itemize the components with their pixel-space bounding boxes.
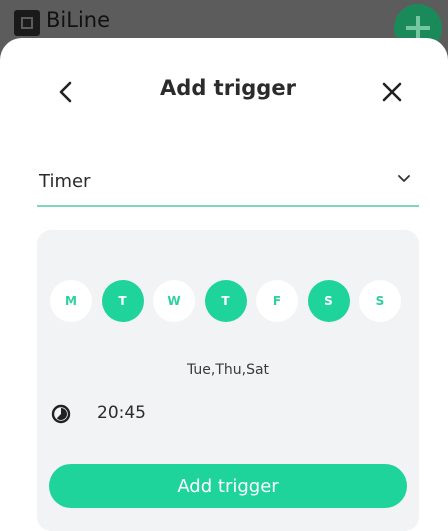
- day-toggle[interactable]: W: [153, 280, 195, 322]
- app-logo-icon: [14, 10, 40, 36]
- day-toggle[interactable]: T: [204, 280, 247, 322]
- selected-days-summary: Tue,Thu,Sat: [186, 362, 270, 378]
- clock-icon: [51, 404, 71, 424]
- trigger-type-select[interactable]: Timer: [37, 160, 419, 207]
- day-toggle[interactable]: T: [101, 280, 144, 322]
- add-trigger-sheet: Add trigger Timer MTWTFSS Tue,Thu,Sat 20…: [0, 38, 448, 531]
- add-trigger-button[interactable]: Add trigger: [49, 464, 407, 508]
- day-toggle[interactable]: S: [307, 280, 350, 322]
- chevron-down-icon: [398, 175, 410, 182]
- trigger-time[interactable]: 20:45: [97, 403, 146, 423]
- trigger-type-value: Timer: [39, 171, 91, 192]
- close-icon: [382, 82, 402, 102]
- close-button[interactable]: [378, 78, 406, 106]
- page: BiLine Add trigger Timer MTWTFSS Tue,Thu…: [0, 0, 448, 531]
- day-toggle[interactable]: F: [256, 280, 298, 322]
- timer-panel: MTWTFSS Tue,Thu,Sat 20:45 Add trigger: [37, 230, 419, 531]
- weekday-selector: MTWTFSS: [37, 280, 419, 324]
- app-title: BiLine: [46, 8, 111, 32]
- day-toggle[interactable]: S: [359, 280, 401, 322]
- day-toggle[interactable]: M: [50, 280, 92, 322]
